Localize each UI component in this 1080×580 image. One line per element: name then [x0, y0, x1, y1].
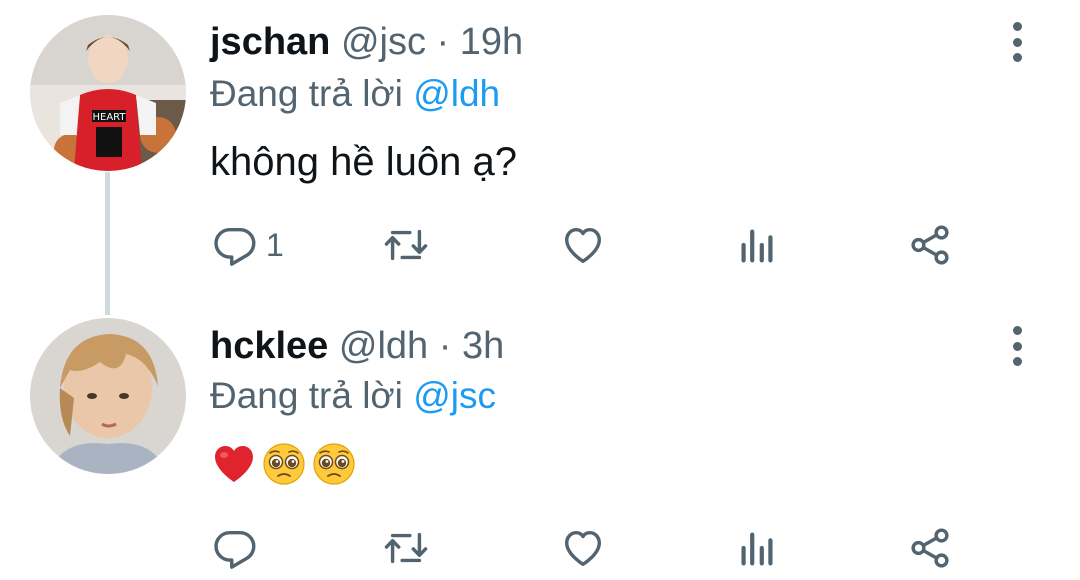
dot: [1012, 53, 1022, 62]
mention-link[interactable]: @ldh: [413, 73, 500, 114]
reply-button[interactable]: [212, 523, 266, 573]
tweet[interactable]: hcklee @ldh · 3h Đang trả lời @jsc: [0, 300, 1080, 580]
retweet-icon: [384, 229, 428, 261]
reply-count: 1: [266, 226, 284, 263]
replying-to: Đang trả lời @jsc: [210, 374, 496, 418]
heart-icon: [564, 227, 602, 264]
tweet-header: hcklee @ldh · 3h: [210, 324, 504, 368]
share-button[interactable]: [907, 523, 953, 573]
retweet-button[interactable]: [383, 523, 429, 573]
more-options-button[interactable]: [1004, 20, 1030, 64]
timestamp[interactable]: 3h: [462, 325, 504, 367]
display-name[interactable]: jschan: [210, 21, 330, 63]
reply-icon: [214, 227, 256, 266]
avatar[interactable]: [30, 318, 186, 474]
analytics-icon: [741, 532, 773, 566]
dot: [1012, 22, 1022, 31]
views-button[interactable]: [734, 523, 780, 573]
separator-dot: ·: [438, 325, 452, 367]
user-handle[interactable]: @jsc: [341, 21, 426, 63]
avatar[interactable]: HEART: [30, 15, 186, 171]
display-name[interactable]: hcklee: [210, 325, 328, 367]
heart-emoji: [215, 446, 253, 482]
dot: [1012, 326, 1022, 335]
share-button[interactable]: [907, 220, 953, 270]
share-icon: [911, 225, 949, 265]
reply-button[interactable]: 1: [212, 220, 284, 270]
pleading-face-emoji: [263, 443, 305, 485]
avatar-photo: [30, 318, 186, 474]
replying-to-label: Đang trả lời: [210, 375, 403, 416]
analytics-icon: [741, 229, 773, 263]
action-bar: [0, 518, 1080, 578]
tweet-text: không hề luôn ạ?: [210, 140, 517, 184]
action-bar: 1: [0, 215, 1080, 275]
like-button[interactable]: [560, 523, 606, 573]
separator-dot: ·: [436, 21, 450, 63]
user-handle[interactable]: @ldh: [339, 325, 428, 367]
more-options-button[interactable]: [1004, 324, 1030, 368]
reply-icon: [214, 530, 256, 569]
tweet-header: jschan @jsc · 19h: [210, 20, 523, 64]
share-icon: [911, 528, 949, 568]
mention-link[interactable]: @jsc: [413, 375, 496, 416]
tweet-text: [210, 440, 358, 488]
retweet-button[interactable]: [383, 220, 429, 270]
timestamp[interactable]: 19h: [460, 21, 523, 63]
pleading-face-emoji: [313, 443, 355, 485]
heart-icon: [564, 530, 602, 567]
avatar-photo: HEART: [30, 15, 186, 171]
tweet[interactable]: HEART jschan @jsc · 19h Đang trả lời @ld…: [0, 0, 1080, 290]
dot: [1012, 37, 1022, 47]
dot: [1012, 341, 1022, 351]
svg-text:HEART: HEART: [92, 112, 126, 123]
dot: [1012, 357, 1022, 366]
like-button[interactable]: [560, 220, 606, 270]
replying-to: Đang trả lời @ldh: [210, 72, 500, 116]
views-button[interactable]: [734, 220, 780, 270]
retweet-icon: [384, 532, 428, 564]
replying-to-label: Đang trả lời: [210, 73, 403, 114]
